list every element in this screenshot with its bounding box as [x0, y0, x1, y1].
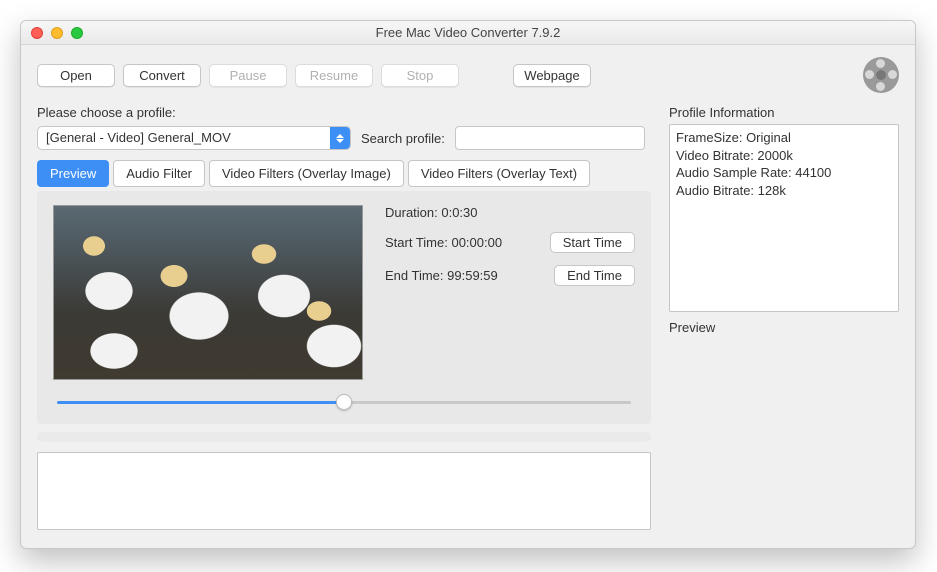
preview-meta: Duration: 0:0:30 Start Time: 00:00:00 St…: [385, 205, 635, 380]
search-profile-input[interactable]: [455, 126, 645, 150]
end-time-button[interactable]: End Time: [554, 265, 635, 286]
zoom-icon[interactable]: [71, 27, 83, 39]
main-columns: Please choose a profile: [General - Vide…: [37, 105, 899, 530]
end-time-text: End Time: 99:59:59: [385, 268, 542, 283]
stop-button[interactable]: Stop: [381, 64, 459, 87]
log-textarea[interactable]: [37, 452, 651, 530]
preview-panel: Duration: 0:0:30 Start Time: 00:00:00 St…: [37, 191, 651, 424]
slider-thumb[interactable]: [336, 394, 352, 410]
updown-icon: [330, 127, 350, 149]
search-profile-label: Search profile:: [361, 131, 445, 146]
tab-video-overlay-text[interactable]: Video Filters (Overlay Text): [408, 160, 590, 187]
profile-info-line: Audio Bitrate: 128k: [676, 182, 892, 200]
duration-text: Duration: 0:0:30: [385, 205, 635, 220]
film-reel-icon: [863, 57, 899, 93]
pause-button[interactable]: Pause: [209, 64, 287, 87]
start-time-button[interactable]: Start Time: [550, 232, 635, 253]
content: Open Convert Pause Resume Stop Webpage P…: [21, 45, 915, 548]
horizontal-scrollbar[interactable]: [37, 432, 651, 442]
app-window: Free Mac Video Converter 7.9.2 Open Conv…: [20, 20, 916, 549]
window-title: Free Mac Video Converter 7.9.2: [21, 25, 915, 40]
convert-button[interactable]: Convert: [123, 64, 201, 87]
close-icon[interactable]: [31, 27, 43, 39]
slider-fill: [57, 401, 344, 404]
toolbar: Open Convert Pause Resume Stop Webpage: [37, 57, 899, 93]
profile-row: [General - Video] General_MOV Search pro…: [37, 126, 651, 150]
time-slider[interactable]: [53, 394, 635, 410]
profile-select[interactable]: [General - Video] General_MOV: [37, 126, 351, 150]
profile-prompt: Please choose a profile:: [37, 105, 651, 120]
right-column: Profile Information FrameSize: Original …: [669, 105, 899, 530]
resume-button[interactable]: Resume: [295, 64, 373, 87]
tab-preview[interactable]: Preview: [37, 160, 109, 187]
minimize-icon[interactable]: [51, 27, 63, 39]
profile-info-line: Audio Sample Rate: 44100: [676, 164, 892, 182]
video-thumbnail: [53, 205, 363, 380]
webpage-button[interactable]: Webpage: [513, 64, 591, 87]
tabs: Preview Audio Filter Video Filters (Over…: [37, 160, 651, 187]
preview-label: Preview: [669, 320, 899, 335]
tab-video-overlay-image[interactable]: Video Filters (Overlay Image): [209, 160, 404, 187]
profile-info-line: FrameSize: Original: [676, 129, 892, 147]
profile-info-heading: Profile Information: [669, 105, 899, 120]
titlebar: Free Mac Video Converter 7.9.2: [21, 21, 915, 45]
profile-selected-text: [General - Video] General_MOV: [38, 127, 330, 149]
window-controls: [21, 27, 83, 39]
tab-audio-filter[interactable]: Audio Filter: [113, 160, 205, 187]
left-column: Please choose a profile: [General - Vide…: [37, 105, 651, 530]
open-button[interactable]: Open: [37, 64, 115, 87]
start-time-text: Start Time: 00:00:00: [385, 235, 538, 250]
profile-info-line: Video Bitrate: 2000k: [676, 147, 892, 165]
profile-info-box: FrameSize: Original Video Bitrate: 2000k…: [669, 124, 899, 312]
